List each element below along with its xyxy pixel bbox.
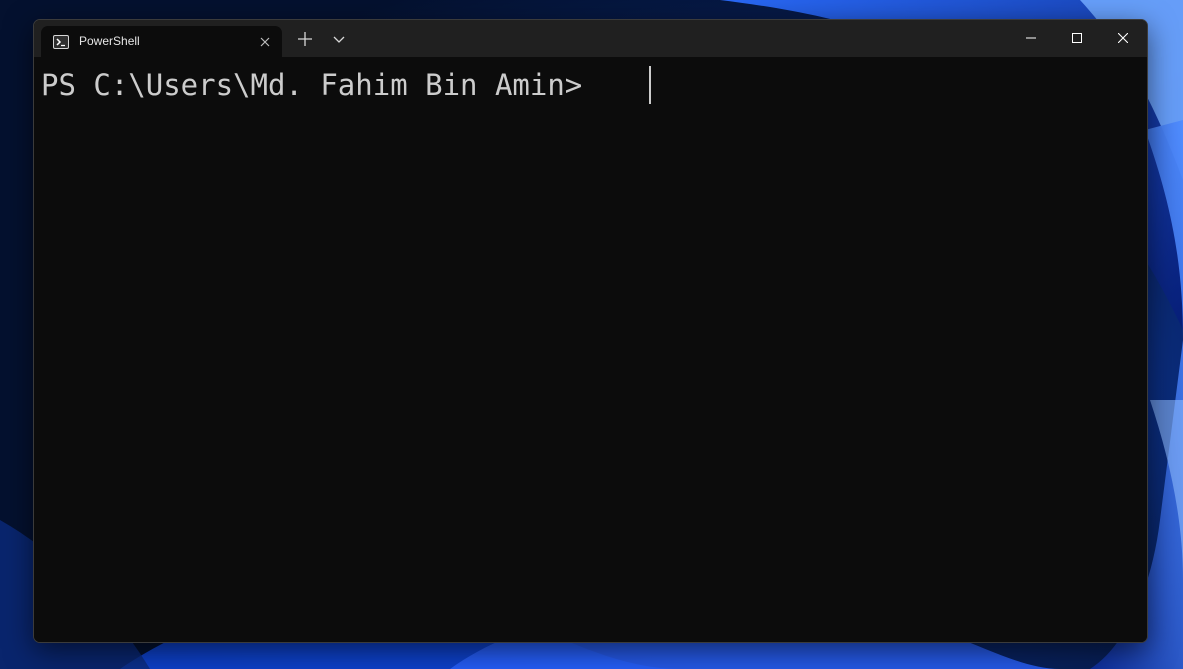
powershell-icon: [53, 34, 69, 49]
tab-powershell[interactable]: PowerShell: [41, 26, 282, 57]
close-button[interactable]: [1100, 20, 1146, 57]
maximize-button[interactable]: [1054, 20, 1100, 57]
tab-title: PowerShell: [79, 34, 140, 48]
maximize-icon: [1072, 33, 1082, 43]
powershell-prompt: PS C:\Users\Md. Fahim Bin Amin>: [41, 68, 600, 102]
desktop: PowerShell PS C:\Users\Md. Fahim Bin Ami…: [0, 0, 1183, 669]
close-tab-icon[interactable]: [258, 34, 272, 48]
title-bar[interactable]: PowerShell: [34, 20, 1147, 57]
close-icon: [1118, 33, 1128, 43]
terminal-content[interactable]: PS C:\Users\Md. Fahim Bin Amin>: [34, 57, 1147, 642]
text-cursor: [649, 66, 651, 104]
minimize-button[interactable]: [1008, 20, 1054, 57]
plus-icon[interactable]: [297, 31, 313, 47]
chevron-down-icon[interactable]: [332, 32, 346, 46]
minimize-icon: [1026, 37, 1036, 39]
windows-terminal-window: PowerShell PS C:\Users\Md. Fahim Bin Ami…: [33, 19, 1148, 643]
